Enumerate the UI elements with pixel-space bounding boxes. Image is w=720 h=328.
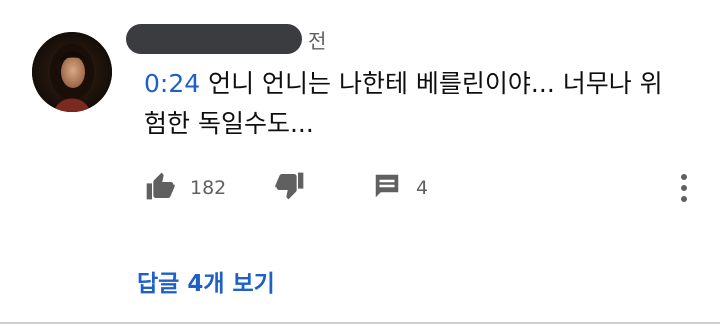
more-options-button[interactable]	[674, 170, 694, 206]
comment-body-text: 언니 언니는 나한테 베를린이야... 너무나 위험한 독일수도...	[144, 69, 663, 138]
comment-icon	[372, 171, 402, 205]
like-button[interactable]: 182	[144, 170, 226, 206]
view-replies-link[interactable]: 답글 4개 보기	[137, 268, 275, 300]
like-count: 182	[190, 177, 227, 199]
dislike-button[interactable]	[274, 170, 306, 206]
timecode-link[interactable]: 0:24	[144, 69, 200, 98]
comment-text: 0:24 언니 언니는 나한테 베를린이야... 너무나 위험한 독일수도...	[144, 64, 684, 144]
thumbs-up-icon	[144, 170, 176, 206]
comment-timestamp: 전	[308, 29, 327, 53]
comment-actions: 182 4	[144, 170, 687, 206]
avatar[interactable]	[32, 32, 112, 112]
bottom-divider	[0, 322, 720, 324]
reply-count: 4	[416, 177, 429, 199]
reply-button[interactable]: 4	[372, 170, 428, 206]
author-name-redacted[interactable]	[126, 24, 302, 54]
comment-item: 전 0:24 언니 언니는 나한테 베를린이야... 너무나 위험한 독일수도.…	[0, 0, 720, 328]
thumbs-down-icon	[274, 170, 306, 206]
more-vertical-icon	[674, 174, 694, 210]
